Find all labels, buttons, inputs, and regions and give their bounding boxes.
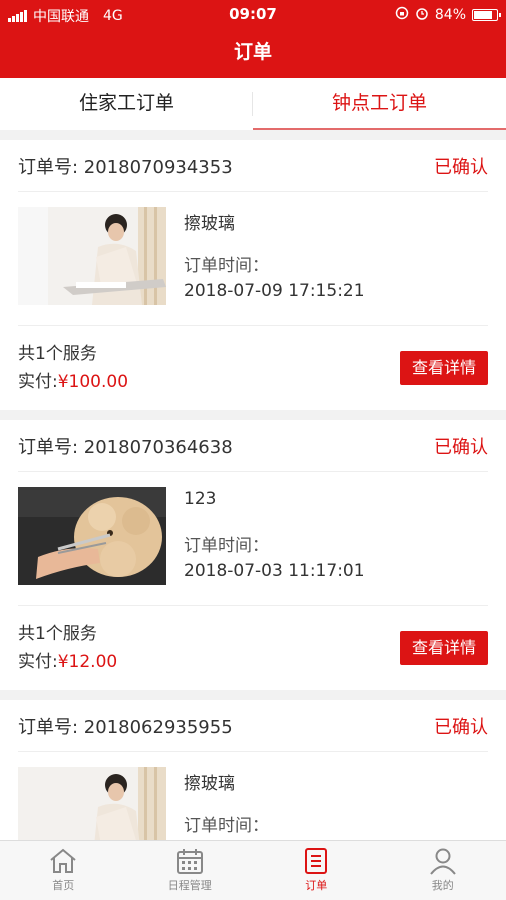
order-time: 2018-07-03 11:17:01 [184, 561, 365, 581]
service-count: 共1个服务 [18, 344, 97, 364]
service-name: 擦玻璃 [184, 214, 235, 234]
paid-amount: ¥100.00 [57, 372, 129, 392]
order-list-icon [253, 847, 380, 875]
order-number: 订单号: 2018070934353 [18, 156, 233, 178]
tab-divider [252, 92, 253, 116]
order-card[interactable]: 订单号: 2018070934353 已确认 擦玻璃 订单时间： 2018-07… [0, 140, 506, 410]
battery-percent: 84% [434, 7, 466, 23]
order-card[interactable]: 订单号: 2018070364638 已确认 123 订单时间： 2018-07… [0, 420, 506, 690]
nav-orders-label: 订单 [305, 879, 328, 892]
battery-icon [472, 9, 501, 21]
poodle-grooming-photo [18, 487, 166, 585]
nav-schedule-label: 日程管理 [167, 879, 212, 892]
nav-mine-label: 我的 [431, 879, 454, 892]
nav-mine[interactable]: 我的 [380, 841, 506, 900]
alarm-icon [415, 6, 429, 24]
status-bar: 中国联通 4G 09:07 84% [0, 0, 506, 28]
bottom-tab-bar: 首页 日程管理 订单 我的 [0, 840, 506, 900]
order-type-tabs: 住家工订单 钟点工订单 [0, 78, 506, 130]
page-title: 订单 [0, 28, 506, 78]
order-status: 已确认 [434, 156, 488, 178]
order-number: 订单号: 2018062935955 [18, 716, 233, 738]
order-time: 2018-07-09 17:15:21 [184, 281, 365, 301]
order-status: 已确认 [434, 436, 488, 458]
nav-home-label: 首页 [52, 879, 75, 892]
nav-home[interactable]: 首页 [0, 841, 127, 900]
order-number: 订单号: 2018070364638 [18, 436, 233, 458]
home-icon [0, 847, 127, 875]
order-status: 已确认 [434, 716, 488, 738]
calendar-icon [127, 847, 254, 875]
view-details-button[interactable]: 查看详情 [399, 351, 488, 385]
nav-schedule[interactable]: 日程管理 [127, 841, 254, 900]
orientation-lock-icon [395, 6, 409, 24]
window-cleaning-photo [18, 767, 166, 842]
paid-amount: ¥12.00 [57, 652, 118, 672]
user-icon [380, 847, 506, 875]
order-card[interactable]: 订单号: 2018062935955 已确认 擦玻璃 订单时间： [0, 700, 506, 842]
order-time-label: 订单时间： [184, 536, 269, 556]
nav-orders[interactable]: 订单 [253, 841, 380, 900]
paid-label: 实付: [18, 372, 58, 392]
tab-live-in-orders[interactable]: 住家工订单 [0, 78, 253, 130]
order-time-label: 订单时间： [184, 816, 269, 836]
order-list[interactable]: 订单号: 2018070934353 已确认 擦玻璃 订单时间： 2018-07… [0, 140, 506, 842]
window-cleaning-photo [18, 207, 166, 305]
service-name: 擦玻璃 [184, 774, 235, 794]
tab-hourly-orders[interactable]: 钟点工订单 [253, 78, 506, 130]
order-time-label: 订单时间： [184, 256, 269, 276]
service-name: 123 [184, 489, 217, 509]
service-count: 共1个服务 [18, 624, 97, 644]
paid-label: 实付: [18, 652, 58, 672]
view-details-button[interactable]: 查看详情 [399, 631, 488, 665]
